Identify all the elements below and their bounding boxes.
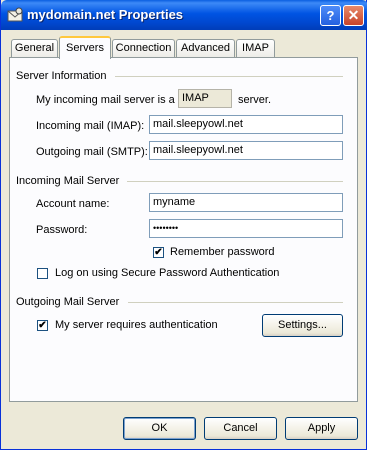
tab-imap[interactable]: IMAP (236, 39, 275, 58)
server-requires-auth-label[interactable]: My server requires authentication (55, 319, 218, 331)
close-button[interactable]: ✕ (343, 5, 364, 26)
tab-connection[interactable]: Connection (112, 39, 175, 58)
title-bar[interactable]: mydomain.net Properties ? ✕ (1, 0, 367, 30)
account-name-input[interactable]: myname (149, 193, 343, 212)
checkmark-icon: ✔ (154, 247, 163, 258)
outgoing-mail-label: Outgoing mail (SMTP): (36, 146, 148, 158)
close-icon: ✕ (347, 7, 360, 23)
tab-general[interactable]: General (11, 39, 58, 58)
incoming-mail-label: Incoming mail (IMAP): (36, 120, 145, 132)
cancel-button[interactable]: Cancel (204, 417, 277, 440)
settings-button[interactable]: Settings... (262, 314, 343, 337)
help-icon: ? (326, 8, 335, 23)
server-information-heading: Server Information (16, 70, 107, 82)
password-label: Password: (36, 224, 88, 236)
properties-dialog: mydomain.net Properties ? ✕ General Serv… (0, 0, 367, 450)
incoming-mail-server-heading: Incoming Mail Server (16, 175, 120, 187)
outgoing-mail-input[interactable]: mail.sleepyowl.net (149, 141, 343, 160)
account-name-label: Account name: (36, 198, 110, 210)
secure-password-auth-label[interactable]: Log on using Secure Password Authenticat… (55, 267, 279, 279)
incoming-server-type-prefix: My incoming mail server is a (36, 94, 175, 106)
password-input[interactable]: •••••••• (149, 219, 343, 238)
incoming-mail-input[interactable]: mail.sleepyowl.net (149, 115, 343, 134)
server-type-field: IMAP (178, 89, 232, 108)
incoming-server-type-suffix: server. (238, 94, 272, 106)
mail-account-icon (7, 7, 23, 22)
secure-password-auth-checkbox[interactable] (37, 268, 48, 279)
checkmark-icon: ✔ (38, 320, 47, 331)
section-divider (127, 181, 343, 182)
remember-password-label[interactable]: Remember password (170, 246, 275, 258)
apply-button[interactable]: Apply (285, 417, 358, 440)
section-divider (115, 76, 343, 77)
tab-advanced[interactable]: Advanced (176, 39, 235, 58)
server-requires-auth-checkbox[interactable]: ✔ (37, 320, 48, 331)
help-button[interactable]: ? (320, 5, 341, 26)
outgoing-mail-server-heading: Outgoing Mail Server (16, 296, 120, 308)
remember-password-checkbox[interactable]: ✔ (153, 247, 164, 258)
tab-servers[interactable]: Servers (59, 36, 111, 59)
ok-button[interactable]: OK (123, 417, 196, 440)
window-title: mydomain.net Properties (27, 7, 184, 22)
section-divider (128, 302, 343, 303)
